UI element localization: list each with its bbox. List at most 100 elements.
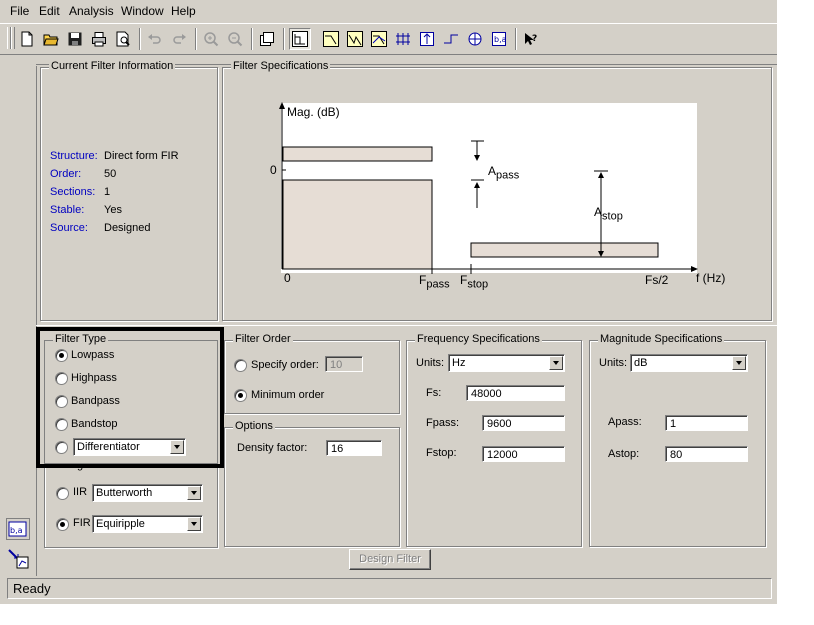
diagram-fpass-label: Fpass: [419, 273, 450, 290]
menu-file[interactable]: File: [10, 4, 29, 18]
highpass-radio[interactable]: [55, 372, 68, 385]
other-type-select[interactable]: Differentiator: [73, 438, 186, 456]
status-bar: Ready: [7, 578, 772, 599]
lowpass-radio[interactable]: [55, 349, 68, 362]
fpass-label: Fpass:: [426, 417, 460, 429]
astop-main: A: [594, 205, 603, 219]
filter-design-mode-icon[interactable]: b,a: [6, 518, 30, 540]
menu-window[interactable]: Window: [121, 4, 164, 18]
iir-label: IIR: [73, 486, 88, 498]
other-type-radio[interactable]: [55, 441, 68, 454]
menu-edit[interactable]: Edit: [39, 4, 60, 18]
diagram-xlabel: f (Hz): [696, 271, 726, 285]
toolbar-grip-2[interactable]: [11, 27, 15, 49]
fpass-input[interactable]: 9600: [482, 415, 565, 431]
phase-response-icon[interactable]: [344, 28, 366, 50]
toolbar-separator: [283, 28, 285, 50]
fstop-input[interactable]: 12000: [482, 446, 565, 462]
menu-help[interactable]: Help: [171, 4, 196, 18]
fir-method-select[interactable]: Equiripple: [92, 515, 203, 533]
info-value-stable: Yes: [104, 204, 122, 216]
new-document-icon[interactable]: [16, 28, 38, 50]
chevron-down-icon[interactable]: [170, 440, 184, 454]
diagram-apass-label: Apass: [488, 164, 519, 181]
magnitude-response-icon[interactable]: [320, 28, 342, 50]
magnitude-phase-icon[interactable]: [368, 28, 390, 50]
toolbar: b,a ?: [0, 23, 777, 55]
step-response-icon[interactable]: [440, 28, 462, 50]
mag-units-select[interactable]: dB: [630, 354, 748, 372]
frequency-specs-title: Frequency Specifications: [415, 333, 542, 345]
impulse-response-icon[interactable]: [416, 28, 438, 50]
redo-icon[interactable]: [168, 28, 190, 50]
current-filter-info-title: Current Filter Information: [49, 60, 176, 72]
chevron-down-icon[interactable]: [187, 517, 201, 531]
diagram-fs2-label: Fs/2: [645, 273, 669, 287]
specify-order-label: Specify order:: [251, 359, 319, 371]
specify-order-input[interactable]: 10: [325, 356, 363, 372]
iir-method-select[interactable]: Butterworth: [92, 484, 203, 502]
left-strip: [5, 66, 37, 576]
fir-radio[interactable]: [56, 518, 69, 531]
design-method-group: Design Method IIR Butterworth FIR Equiri…: [44, 459, 218, 548]
bandstop-radio[interactable]: [55, 418, 68, 431]
diagram-zero-x-label: 0: [284, 271, 291, 285]
zoom-in-icon[interactable]: [200, 28, 222, 50]
open-folder-icon[interactable]: [40, 28, 62, 50]
filter-specs-icon[interactable]: [289, 28, 311, 50]
zoom-out-icon[interactable]: [224, 28, 246, 50]
design-filter-button[interactable]: Design Filter: [349, 549, 431, 570]
iir-radio[interactable]: [56, 487, 69, 500]
save-icon[interactable]: [64, 28, 86, 50]
density-factor-label: Density factor:: [237, 442, 308, 454]
undo-icon[interactable]: [144, 28, 166, 50]
fs-input[interactable]: 48000: [466, 385, 565, 401]
astop-input[interactable]: 80: [665, 446, 748, 462]
highpass-label: Highpass: [71, 372, 117, 384]
import-filter-mode-icon[interactable]: [6, 548, 30, 570]
filter-order-title: Filter Order: [233, 333, 293, 345]
fs-label: Fs:: [426, 387, 442, 399]
mag-units-label: Units:: [599, 357, 628, 369]
stopband-region: [470, 242, 659, 258]
info-label-source: Source:: [50, 222, 88, 234]
apass-label: Apass:: [608, 416, 642, 428]
passband-lower-region: [282, 179, 433, 270]
print-preview-icon[interactable]: [112, 28, 134, 50]
chevron-down-icon[interactable]: [549, 356, 563, 370]
group-delay-icon[interactable]: [392, 28, 414, 50]
density-factor-input[interactable]: 16: [326, 440, 382, 456]
specify-order-radio[interactable]: [234, 359, 247, 372]
freq-units-label: Units:: [416, 357, 445, 369]
chevron-down-icon[interactable]: [187, 486, 201, 500]
toolbar-separator: [139, 28, 141, 50]
apass-sub: pass: [496, 169, 520, 182]
print-icon[interactable]: [88, 28, 110, 50]
astop-label: Astop:: [608, 448, 640, 460]
apass-input[interactable]: 1: [665, 415, 748, 431]
chevron-down-icon[interactable]: [732, 356, 746, 370]
whats-this-help-icon[interactable]: ?: [520, 28, 542, 50]
copy-window-icon[interactable]: [256, 28, 278, 50]
info-value-structure: Direct form FIR: [104, 150, 179, 162]
freq-units-value: Hz: [452, 357, 466, 369]
fir-label: FIR: [73, 517, 91, 529]
toolbar-separator: [515, 28, 517, 50]
current-filter-info-group: Current Filter Information Structure: Di…: [40, 60, 218, 321]
diagram-astop-label: Astop: [594, 205, 623, 222]
svg-text:?: ?: [532, 34, 537, 44]
freq-units-select[interactable]: Hz: [448, 354, 565, 372]
options-group: Options Density factor: 16: [224, 420, 400, 547]
pole-zero-icon[interactable]: [464, 28, 486, 50]
bandpass-label: Bandpass: [71, 395, 120, 407]
svg-text:b,a: b,a: [494, 35, 507, 44]
filter-coefficients-icon[interactable]: b,a: [488, 28, 510, 50]
bandpass-radio[interactable]: [55, 395, 68, 408]
minimum-order-radio[interactable]: [234, 389, 247, 402]
bandstop-label: Bandstop: [71, 418, 118, 430]
diagram-fstop-label: Fstop: [460, 273, 488, 290]
mag-units-value: dB: [634, 357, 648, 369]
info-value-source: Designed: [104, 222, 151, 234]
menu-analysis[interactable]: Analysis: [69, 4, 114, 18]
info-label-stable: Stable:: [50, 204, 85, 216]
